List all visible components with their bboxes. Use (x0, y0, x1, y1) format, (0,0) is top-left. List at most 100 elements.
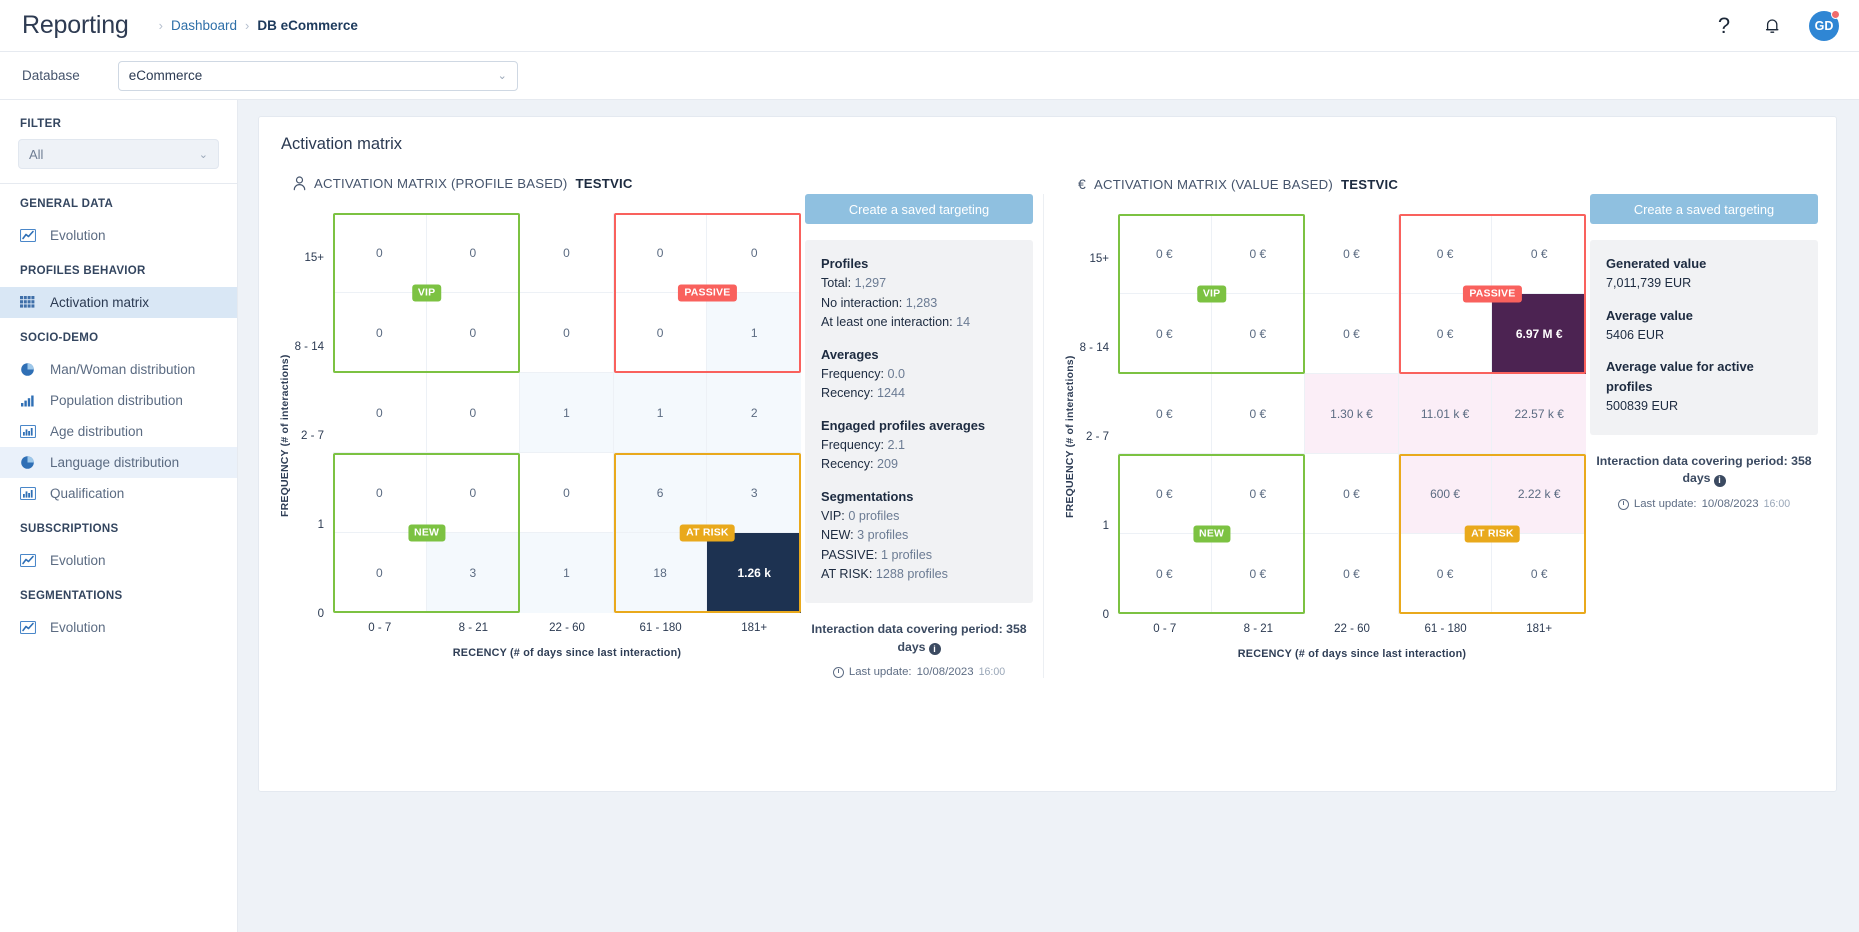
filter-select[interactable]: All ⌄ (18, 139, 219, 169)
heatmap-cell[interactable]: 0 (520, 293, 614, 373)
top-header: Reporting › Dashboard › DB eCommerce ? G… (0, 0, 1859, 52)
breadcrumb: › Dashboard › DB eCommerce (151, 18, 358, 33)
heatmap-cell[interactable]: 18 (613, 533, 708, 613)
heatmap-cell[interactable]: 0 € (1118, 374, 1212, 454)
y-axis-tick: 0 (1102, 609, 1109, 622)
heatmap-cell[interactable]: 600 € (1398, 454, 1493, 534)
last-update-left: Last update: 10/08/2023 16:00 (805, 666, 1033, 678)
heatmap-cell[interactable]: 1 (613, 373, 708, 453)
heatmap-cell[interactable]: 1 (707, 293, 801, 373)
heatmap-grid-right: 0 €0 €0 €0 €0 €0 €0 €0 €0 €6.97 M €0 €0 … (1118, 214, 1586, 614)
covering-period-text-left: Interaction data covering period: 358 da… (811, 621, 1027, 654)
heatmap-cell[interactable]: 6 (613, 453, 708, 533)
sidebar-item-man-woman-distribution[interactable]: Man/Woman distribution (0, 354, 237, 385)
matrix-profile-based: ACTIVATION MATRIX (PROFILE BASED) TESTVI… (277, 168, 805, 678)
avatar[interactable]: GD (1809, 9, 1840, 41)
heatmap-cell[interactable]: 0 € (1211, 294, 1306, 374)
heatmap-cell[interactable]: 0 (333, 533, 427, 613)
info-icon[interactable]: i (1713, 474, 1726, 487)
sidebar-item-age-distribution[interactable]: Age distribution (0, 416, 237, 447)
heatmap-cell[interactable]: 0 € (1492, 214, 1586, 294)
sidebar-item-label: Evolution (50, 620, 106, 635)
euro-icon: € (1078, 176, 1086, 192)
heatmap-cell[interactable]: 0 € (1305, 534, 1399, 614)
heatmap-cell[interactable]: 0 € (1211, 374, 1306, 454)
heatmap-cell[interactable]: 0 (613, 293, 708, 373)
heatmap-cell[interactable]: 0 (613, 213, 708, 293)
sidebar-item-label: Evolution (50, 228, 106, 243)
x-axis-tick: 61 - 180 (1424, 623, 1467, 635)
heatmap-cell[interactable]: 0 (426, 373, 521, 453)
heatmap-cell[interactable]: 0 € (1212, 534, 1306, 614)
sidebar-item-evolution[interactable]: Evolution (0, 612, 237, 643)
segment-badge-at-risk: AT RISK (680, 524, 735, 542)
heatmap-cell[interactable]: 2 (707, 373, 801, 453)
heatmap-cell[interactable]: 0 (426, 213, 521, 293)
sidebar-item-qualification[interactable]: Qualification (0, 478, 237, 509)
heatmap-cell[interactable]: 0 (333, 293, 427, 373)
heatmap-cell[interactable]: 0 € (1305, 214, 1399, 294)
sidebar-item-activation-matrix[interactable]: Activation matrix (0, 287, 237, 318)
heatmap-cell[interactable]: 2.22 k € (1492, 454, 1586, 534)
breadcrumb-db-ecommerce[interactable]: DB eCommerce (257, 18, 358, 33)
heatmap-cell[interactable]: 11.01 k € (1398, 374, 1493, 454)
info-icon[interactable]: i (928, 643, 941, 656)
stats-line-label: Frequency: (821, 437, 884, 452)
stats-panel-left: Create a saved targeting Profiles Total: … (805, 168, 1033, 678)
heatmap-cell[interactable]: 0 € (1118, 294, 1212, 374)
x-axis-tick: 181+ (741, 622, 768, 634)
sidebar-item-evolution[interactable]: Evolution (0, 545, 237, 576)
heatmap-cell[interactable]: 0 (520, 453, 614, 533)
heatmap-cell[interactable]: 0 (333, 373, 427, 453)
stats-line-value: 0.0 (887, 366, 906, 381)
line-chart-icon (20, 553, 37, 568)
heatmap-cell[interactable]: 0 € (1118, 454, 1212, 534)
stats-line: No interaction: 1,283 (821, 294, 1017, 314)
heatmap-cell[interactable]: 0 (707, 213, 801, 293)
heatmap-cell[interactable]: 0 € (1211, 214, 1306, 294)
stats-line-label: PASSIVE: (821, 547, 878, 562)
sidebar-item-evolution[interactable]: Evolution (0, 220, 237, 251)
heatmap-cell[interactable]: 0 € (1492, 534, 1586, 614)
heatmap-cell[interactable]: 0 (333, 213, 427, 293)
heatmap-cell[interactable]: 22.57 k € (1492, 374, 1586, 454)
stats-line-value: 14 (956, 315, 971, 330)
sidebar-item-population-distribution[interactable]: Population distribution (0, 385, 237, 416)
heatmap-cell[interactable]: 1.30 k € (1305, 374, 1399, 454)
heatmap-cell[interactable]: 0 € (1399, 534, 1493, 614)
bell-icon[interactable] (1761, 15, 1783, 37)
stats-line-label: NEW: (821, 528, 854, 543)
heatmap-cell[interactable]: 0 € (1118, 534, 1212, 614)
heatmap-cell[interactable]: 1 (520, 533, 614, 613)
heatmap-cell[interactable]: 0 € (1398, 294, 1493, 374)
heatmap-cell[interactable]: 0 (426, 293, 521, 373)
heatmap-cell[interactable]: 3 (707, 453, 801, 533)
histogram-icon (20, 424, 37, 439)
heatmap-cell[interactable]: 0 (426, 453, 521, 533)
heatmap-cell[interactable]: 3 (426, 533, 521, 613)
heatmap-cell[interactable]: 0 (333, 453, 427, 533)
breadcrumb-dashboard[interactable]: Dashboard (171, 18, 237, 33)
grid-icon (20, 295, 37, 310)
heatmap-cell[interactable]: 0 € (1398, 214, 1493, 294)
create-saved-targeting-button-right[interactable]: Create a saved targeting (1590, 194, 1818, 224)
y-axis-tick: 1 (1102, 520, 1109, 533)
stats-line: Total: 1,297 (821, 274, 1017, 294)
database-bar: Database eCommerce ⌄ (0, 52, 1859, 100)
heatmap-cell[interactable]: 0 € (1211, 454, 1306, 534)
heatmap-cell[interactable]: 0 € (1305, 294, 1399, 374)
database-label: Database (22, 68, 80, 83)
heatmap-cell[interactable]: 0 € (1305, 454, 1399, 534)
help-icon[interactable]: ? (1713, 14, 1735, 37)
heatmap-cell[interactable]: 6.97 M € (1492, 294, 1586, 374)
sidebar-item-label: Man/Woman distribution (50, 362, 196, 377)
heatmap-cell[interactable]: 1.26 k (707, 533, 801, 613)
sidebar-item-language-distribution[interactable]: Language distribution (0, 447, 237, 478)
heatmap-cell[interactable]: 0 € (1118, 214, 1212, 294)
covering-period-left: Interaction data covering period: 358 da… (805, 621, 1033, 657)
heatmap-cell[interactable]: 1 (520, 373, 614, 453)
matrix-title-suffix-right: TESTVIC (1340, 176, 1399, 192)
heatmap-cell[interactable]: 0 (520, 213, 614, 293)
database-select[interactable]: eCommerce ⌄ (117, 60, 518, 91)
create-saved-targeting-button-left[interactable]: Create a saved targeting (805, 194, 1033, 224)
